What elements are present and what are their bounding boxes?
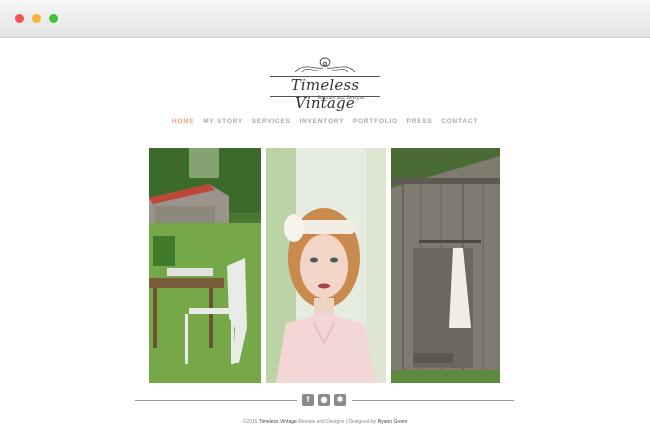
maximize-window-button[interactable] (49, 14, 58, 23)
close-window-button[interactable] (15, 14, 24, 23)
barn-dress-illustration (391, 148, 500, 383)
gallery-photo-portrait[interactable] (266, 148, 386, 383)
nav-item-home[interactable]: HOME (172, 118, 195, 125)
portrait-illustration (266, 148, 386, 383)
gallery-photo-barn-dress[interactable] (391, 148, 500, 383)
barn-table-illustration (149, 148, 261, 383)
nav-item-press[interactable]: PRESS (407, 118, 433, 125)
copyright-mid: Rentals and Designs | Designed by (296, 419, 378, 425)
nav-item-my-story[interactable]: MY STORY (203, 118, 243, 125)
yelp-icon[interactable]: ✱ (334, 394, 346, 406)
designer-link[interactable]: Ryann Green (378, 419, 408, 425)
footer-divider-right (352, 400, 514, 401)
copyright-brand: Timeless Vintage (258, 419, 297, 425)
logo-ornament-icon (294, 57, 356, 73)
logo-tagline: Rentals and Designs (318, 96, 365, 101)
nav-item-services[interactable]: SERVICES (252, 118, 291, 125)
nav-item-inventory[interactable]: INVENTORY (299, 118, 344, 125)
footer-divider-left (135, 400, 297, 401)
nav-item-portfolio[interactable]: PORTFOLIO (353, 118, 398, 125)
facebook-icon[interactable]: f (302, 394, 314, 406)
main-nav: HOME MY STORY SERVICES INVENTORY PORTFOL… (0, 118, 650, 125)
logo-wordmark: Timeless Vintage (290, 76, 360, 112)
nav-item-contact[interactable]: CONTACT (441, 118, 478, 125)
browser-chrome (0, 0, 650, 38)
instagram-icon[interactable]: ◉ (318, 394, 330, 406)
site-logo[interactable]: Timeless Vintage Rentals and Designs (266, 56, 384, 112)
minimize-window-button[interactable] (32, 14, 41, 23)
copyright-prefix: ©2015 (242, 419, 259, 425)
footer-copyright: ©2015 Timeless Vintage Rentals and Desig… (0, 419, 650, 425)
gallery-photo-barn-table[interactable] (149, 148, 261, 383)
